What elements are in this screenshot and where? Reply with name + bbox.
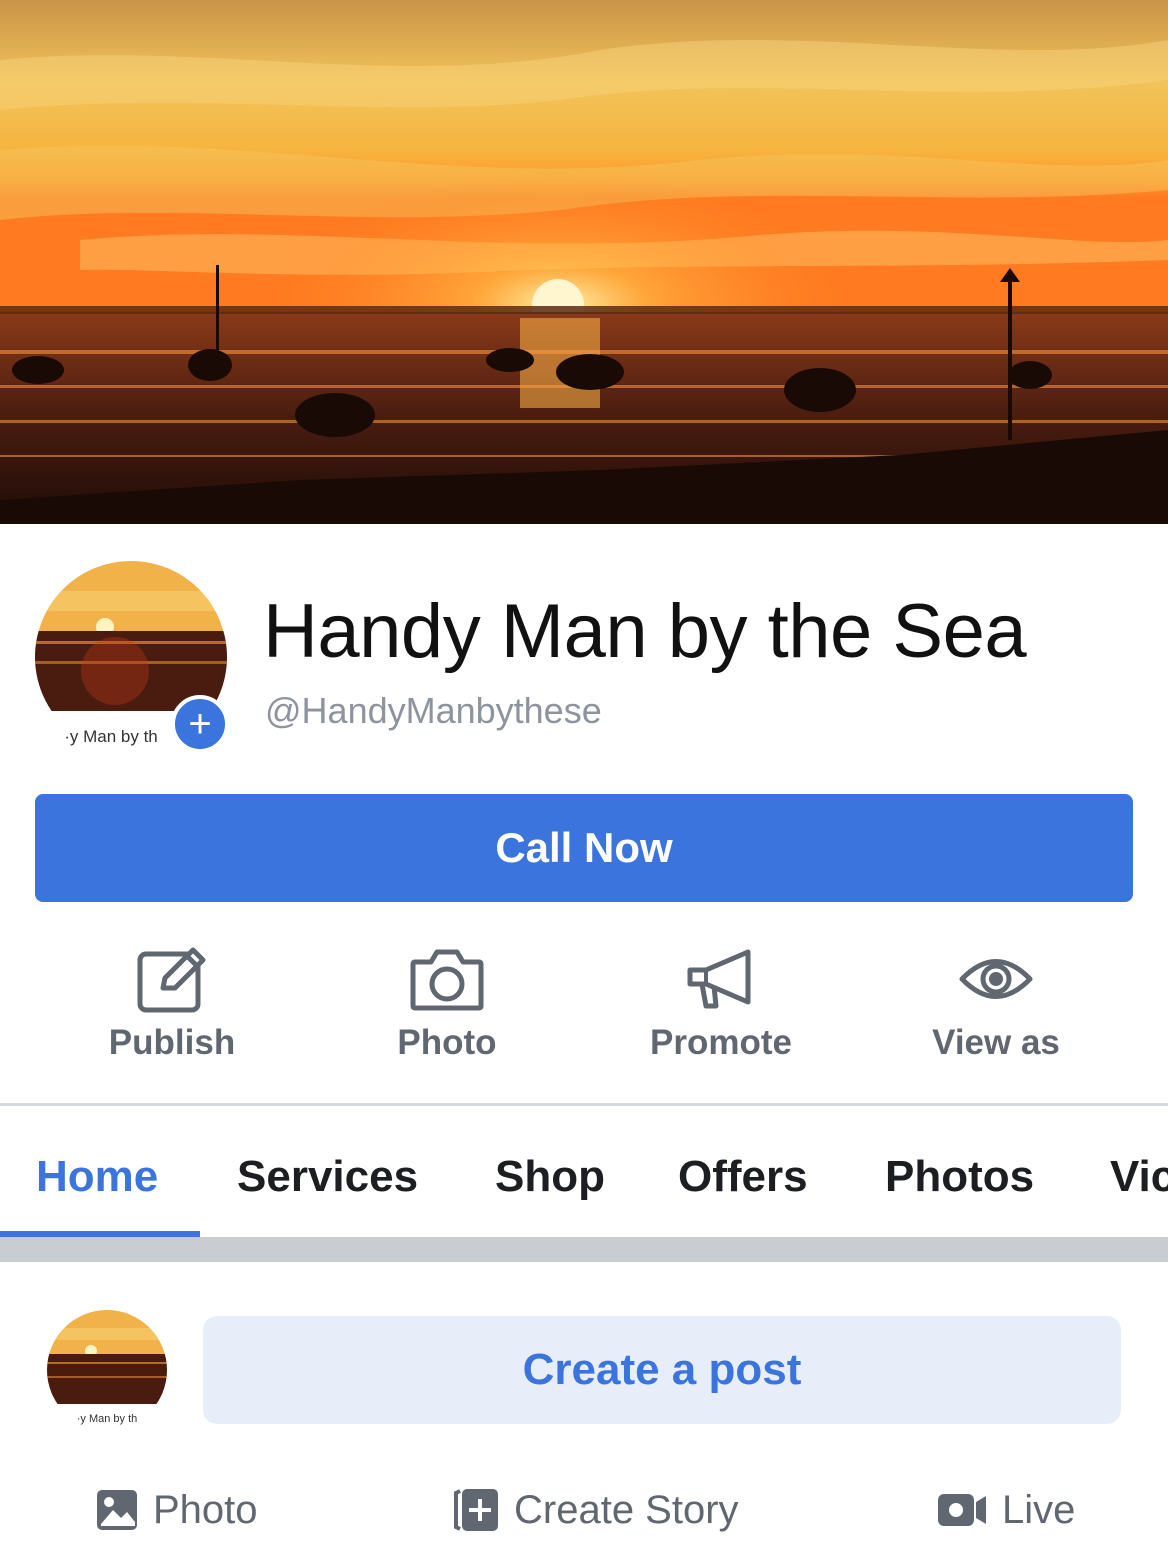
composer-avatar[interactable] [47,1310,167,1430]
composer-photo-label: Photo [153,1487,258,1532]
story-plus-icon [454,1489,498,1531]
tab-offers[interactable]: Offers [678,1152,808,1202]
photo-button[interactable]: Photo [327,935,567,1075]
promote-button[interactable]: Promote [601,935,841,1075]
plus-icon: + [188,702,212,746]
section-separator [0,1237,1168,1262]
composer-actions: Photo Create Story Live [0,1470,1168,1550]
publish-label: Publish [108,1023,236,1062]
avatar-image [47,1310,167,1430]
create-story-label: Create Story [514,1487,739,1532]
promote-label: Promote [650,1023,792,1062]
composer-photo-button[interactable]: Photo [95,1470,258,1550]
sunset-cover-image [0,0,1168,524]
view-as-button[interactable]: View as [876,935,1116,1075]
call-now-button[interactable]: Call Now [35,794,1133,902]
tab-shop[interactable]: Shop [495,1152,605,1202]
page-actions-row: Publish Photo Promote View as [0,935,1168,1075]
composer-avatar-caption: ·y Man by th [76,1413,138,1425]
page-tabs: Home Services Shop Offers Photos Vic [0,1106,1168,1240]
cover-photo[interactable] [0,0,1168,524]
camera-icon [410,949,484,1011]
edit-icon [137,947,206,1013]
view-as-label: View as [932,1023,1060,1062]
add-profile-picture-button[interactable]: + [171,695,229,753]
profile-avatar[interactable]: ·y Man by th + [35,561,229,753]
photo-label: Photo [397,1023,497,1062]
image-icon [97,1490,137,1530]
publish-button[interactable]: Publish [52,935,292,1075]
create-story-button[interactable]: Create Story [452,1470,739,1550]
tab-videos[interactable]: Vic [1110,1152,1168,1202]
page-handle[interactable]: @HandyManbythese [265,690,602,732]
video-icon [938,1494,986,1526]
eye-icon [959,959,1033,999]
tab-home[interactable]: Home [36,1152,158,1202]
live-label: Live [1002,1487,1076,1532]
tab-services[interactable]: Services [237,1152,418,1202]
page-title: Handy Man by the Sea [263,589,1027,674]
tab-photos[interactable]: Photos [885,1152,1034,1202]
megaphone-icon [687,949,751,1009]
create-post-button[interactable]: Create a post [203,1316,1121,1424]
live-button[interactable]: Live [936,1470,1075,1550]
